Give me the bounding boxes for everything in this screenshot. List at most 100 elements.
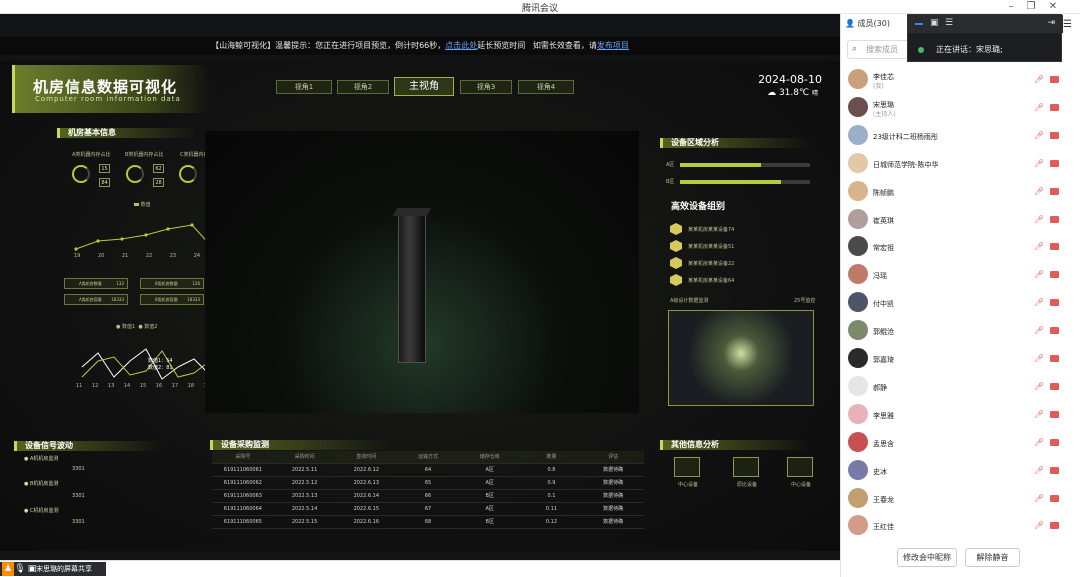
avatar: [848, 320, 868, 341]
mic-muted-icon[interactable]: 🎤︎: [1034, 103, 1044, 112]
x-tick: 24: [193, 253, 201, 259]
member-item[interactable]: 陈帧鹏 🎤︎: [846, 180, 1076, 204]
mic-muted-icon[interactable]: 🎤︎: [1034, 354, 1044, 363]
x-tick: 20: [97, 253, 105, 259]
mic-muted-icon[interactable]: 🎤︎: [1034, 466, 1044, 475]
table-row: 619111060063 2022.5.13 2022.6.14 66 B区 0.1 数据待…: [212, 490, 644, 503]
member-item[interactable]: 李思雅 🎤︎: [846, 403, 1076, 427]
temp-value: 31.8℃: [778, 88, 810, 98]
mic-muted-icon[interactable]: 🎤︎: [1034, 326, 1044, 335]
tab-main-view[interactable]: 主视角: [394, 77, 454, 96]
list-icon[interactable]: ☰: [945, 18, 953, 28]
table-row: 619111060062 2022.5.12 2022.6.13 65 A区 0.9 数据待…: [212, 477, 644, 490]
member-item[interactable]: 郭嘉琦 🎤︎: [846, 347, 1076, 371]
x-tick: 21: [121, 253, 129, 259]
mic-muted-icon[interactable]: 🎤︎: [1034, 187, 1044, 196]
date-label: 2024-08-10: [758, 73, 822, 86]
td: 619111060065: [223, 519, 262, 525]
camera-off-icon[interactable]: [1050, 131, 1059, 139]
td: 0.11: [545, 506, 558, 512]
legend-series1: 数值1: [121, 324, 136, 330]
camera-off-icon[interactable]: [1050, 187, 1059, 195]
notice-mid: 延长预览时间: [477, 41, 526, 50]
camera-off-icon[interactable]: [1050, 494, 1059, 502]
members-icon: 👤: [845, 19, 855, 28]
member-item[interactable]: 郝静 🎤︎: [846, 375, 1076, 399]
mic-muted-icon[interactable]: 🎤︎: [1034, 131, 1044, 140]
minimize-icon[interactable]: [915, 23, 923, 25]
rename-button[interactable]: 修改会中昵称: [897, 548, 957, 567]
search-icon: ⌕: [852, 44, 858, 54]
share-text: 宋思璐的屏幕共享: [36, 565, 92, 573]
dashboard-header: 机房信息数据可视化 Computer room information data: [12, 65, 210, 113]
camera-off-icon[interactable]: [1050, 103, 1059, 111]
publish-link[interactable]: 发布项目: [597, 41, 629, 50]
close-icon[interactable]: ✕: [1043, 0, 1063, 13]
restore-icon[interactable]: ❐: [1021, 0, 1041, 13]
mic-muted-icon[interactable]: 🎤︎: [1034, 159, 1044, 168]
x-tick: 18: [187, 383, 195, 389]
camera-off-icon[interactable]: [1050, 466, 1059, 474]
td: 2022.5.12: [291, 480, 318, 486]
member-item[interactable]: 王春龙 🎤︎: [846, 487, 1076, 511]
camera-off-icon[interactable]: [1050, 299, 1059, 307]
member-name: 王红佳: [873, 523, 894, 532]
mic-muted-icon[interactable]: 🎤︎: [1034, 270, 1044, 279]
member-item[interactable]: 日城师范学院-陈中华 🎤︎: [846, 152, 1076, 176]
member-item[interactable]: 王红佳 🎤︎: [846, 514, 1076, 538]
avatar: [848, 403, 868, 424]
mic-muted-icon[interactable]: 🎤︎: [1034, 521, 1044, 530]
td: A区: [485, 467, 494, 473]
kpi-a-v2: 84: [99, 178, 110, 187]
member-item[interactable]: 孟思含 🎤︎: [846, 431, 1076, 455]
camera-off-icon[interactable]: [1050, 522, 1059, 530]
tab-view4[interactable]: 视角4: [518, 80, 574, 94]
menu-icon[interactable]: ☰: [1063, 19, 1075, 30]
camera-off-icon[interactable]: [1050, 215, 1059, 223]
member-item[interactable]: 郭鲲沧 🎤︎: [846, 319, 1076, 343]
camera-off-icon[interactable]: [1050, 410, 1059, 418]
member-item[interactable]: 史冰 🎤︎: [846, 459, 1076, 483]
camera-off-icon[interactable]: [1050, 327, 1059, 335]
member-item[interactable]: 23级计科二班杨雨彤 🎤︎: [846, 124, 1076, 148]
mic-muted-icon[interactable]: 🎤︎: [1034, 382, 1044, 391]
mic-muted-icon[interactable]: 🎤︎: [1034, 410, 1044, 419]
tab-view3[interactable]: 视角3: [460, 80, 512, 94]
x-tick: 14: [123, 383, 131, 389]
camera-off-icon[interactable]: [1050, 438, 1059, 446]
avatar: [848, 152, 868, 173]
tab-view2[interactable]: 视角2: [337, 80, 389, 94]
mic-muted-icon[interactable]: 🎤︎: [1034, 298, 1044, 307]
mic-muted-icon[interactable]: 🎤︎: [1034, 75, 1044, 84]
camera-off-icon[interactable]: [1050, 271, 1059, 279]
camera-off-icon[interactable]: [1050, 243, 1059, 251]
member-item[interactable]: 李佳芯 (我) 🎤︎: [846, 68, 1076, 92]
mic-muted-icon[interactable]: 🎤︎: [1034, 242, 1044, 251]
overlay-toolbar: ▣ ☰ ⇥: [908, 15, 1063, 33]
x-tick: 12: [91, 383, 99, 389]
member-item[interactable]: 冯瑶 🎤︎: [846, 263, 1076, 287]
member-item[interactable]: 付中凯 🎤︎: [846, 291, 1076, 315]
preview-notice: 【山海鲸可视化】温馨提示：您正在进行项目预览，倒计时66秒，点击此处延长预览时间…: [0, 37, 840, 55]
camera-off-icon[interactable]: [1050, 355, 1059, 362]
exit-icon[interactable]: ⇥: [1047, 18, 1055, 28]
camera-off-icon[interactable]: [1050, 159, 1059, 167]
window-icon[interactable]: ▣: [930, 18, 939, 28]
dashboard-title: 机房信息数据可视化: [33, 78, 178, 96]
mic-muted-icon[interactable]: 🎤︎: [1034, 438, 1044, 447]
unmute-all-button[interactable]: 解除静音: [965, 548, 1020, 567]
line-x-axis: 19202122232425: [74, 253, 224, 259]
stat-name: B类机房数量: [155, 281, 178, 286]
th: 签收时间: [356, 454, 377, 460]
member-item[interactable]: 宋思璐 (主持人) 🎤︎: [846, 96, 1076, 120]
extend-link[interactable]: 点击此处: [445, 41, 477, 50]
hex-icon: [670, 240, 682, 252]
mic-muted-icon[interactable]: 🎤︎: [1034, 494, 1044, 503]
minimize-icon[interactable]: –: [1001, 0, 1021, 13]
tab-view1[interactable]: 视角1: [276, 80, 332, 94]
member-item[interactable]: 常宏祖 🎤︎: [846, 235, 1076, 259]
member-item[interactable]: 崔英琪 🎤︎: [846, 208, 1076, 232]
mic-muted-icon[interactable]: 🎤︎: [1034, 215, 1044, 224]
camera-off-icon[interactable]: [1050, 382, 1059, 390]
camera-off-icon[interactable]: [1050, 76, 1059, 83]
